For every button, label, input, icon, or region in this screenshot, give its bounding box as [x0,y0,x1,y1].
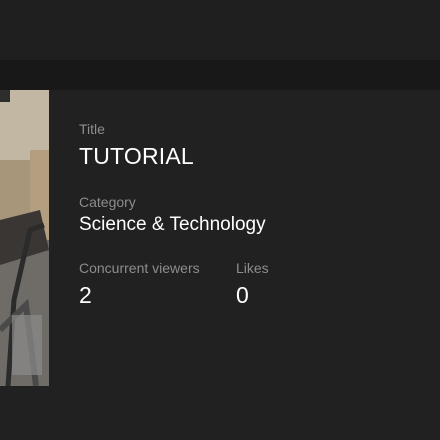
likes-label: Likes [236,260,269,276]
header-band [0,60,440,90]
bottom-area [0,388,440,440]
top-bar [0,0,440,60]
studio-stream-panel: Title TUTORIAL Category Science & Techno… [0,0,440,440]
concurrent-viewers-label: Concurrent viewers [79,260,200,276]
stream-details-card: Title TUTORIAL Category Science & Techno… [0,90,440,388]
thumbnail-image [0,90,49,386]
title-label: Title [79,121,105,137]
stream-title: TUTORIAL [79,143,194,169]
category-label: Category [79,194,136,210]
concurrent-viewers-value: 2 [79,282,92,308]
likes-value: 0 [236,282,249,308]
stream-thumbnail[interactable] [0,90,49,386]
stream-category: Science & Technology [79,214,266,235]
